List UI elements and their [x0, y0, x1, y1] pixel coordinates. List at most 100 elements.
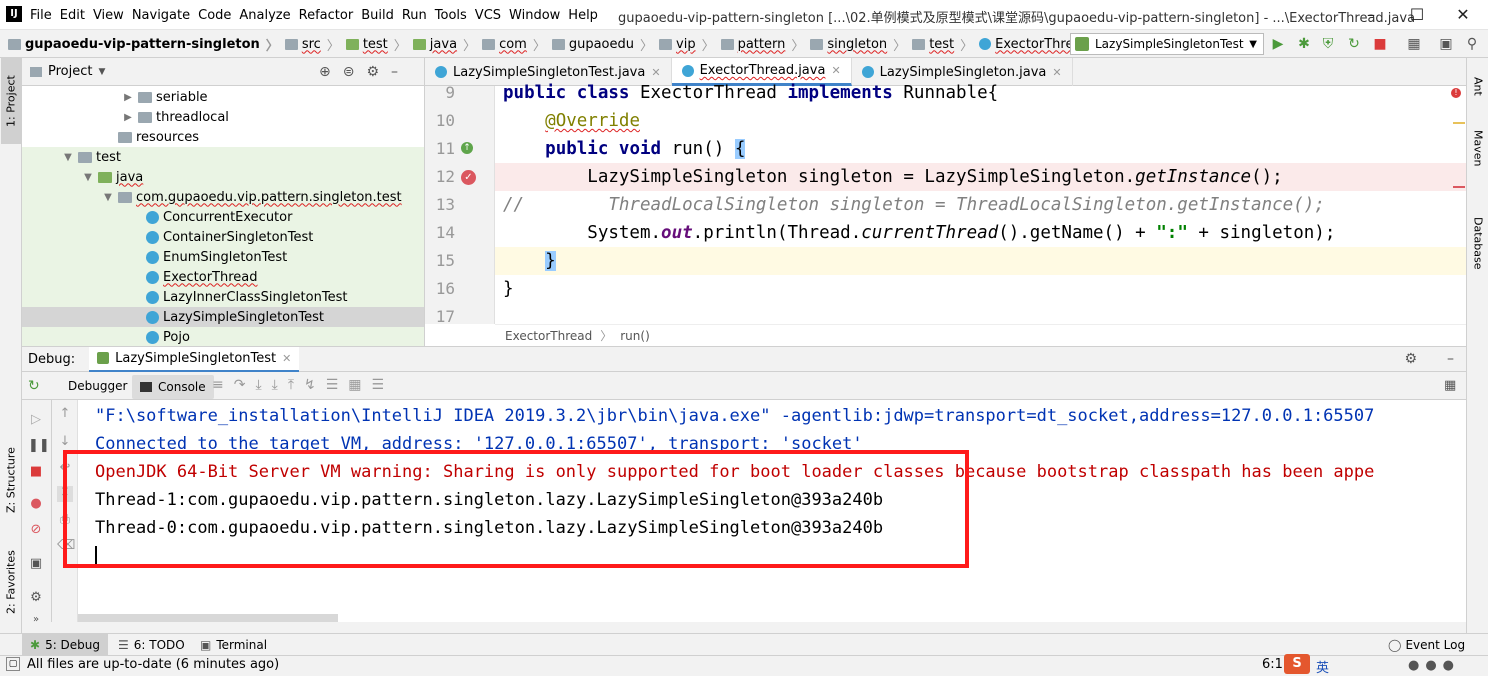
tree-item-class[interactable]: Pojo: [22, 327, 424, 346]
menu-help[interactable]: Help: [564, 8, 602, 23]
terminal-icon[interactable]: ▣: [1438, 36, 1454, 52]
tab-todo[interactable]: ☰ 6: TODO: [118, 634, 185, 656]
close-icon[interactable]: ✕: [1440, 0, 1486, 30]
horizontal-scrollbar[interactable]: [78, 614, 338, 622]
profile-icon[interactable]: ↻: [1346, 36, 1362, 52]
run-icon[interactable]: ▶: [1270, 36, 1286, 52]
menu-file[interactable]: File: [26, 8, 56, 23]
tree-item-package[interactable]: ▼ com.gupaoedu.vip.pattern.singleton.test: [22, 187, 424, 207]
error-stripe[interactable]: [1453, 186, 1465, 188]
panel-actions[interactable]: ⊕⊜⚙–: [319, 64, 410, 80]
database-tool-tab[interactable]: Database: [1468, 208, 1488, 278]
stop-icon[interactable]: ■: [1372, 36, 1388, 52]
coverage-icon[interactable]: ⛨: [1320, 36, 1336, 52]
layout-icon[interactable]: ▦: [1444, 378, 1456, 393]
caret-position[interactable]: 6:1: [1262, 657, 1283, 672]
error-indicator-icon[interactable]: !: [1451, 88, 1461, 98]
tree-item-class[interactable]: ExectorThread: [22, 267, 424, 287]
chevron-down-icon[interactable]: ▼: [82, 172, 94, 183]
warning-stripe[interactable]: [1453, 122, 1465, 124]
status-icon[interactable]: ▢: [6, 657, 20, 671]
tree-item-class[interactable]: ContainerSingletonTest: [22, 227, 424, 247]
arrow-down-icon[interactable]: ↓: [57, 434, 73, 450]
maven-tool-tab[interactable]: Maven: [1468, 120, 1488, 176]
maximize-icon[interactable]: ☐: [1394, 0, 1440, 30]
ant-tool-tab[interactable]: Ant: [1468, 66, 1488, 106]
tree-item-test[interactable]: ▼ test: [22, 147, 424, 167]
favorites-tool-tab[interactable]: 2: Favorites: [1, 536, 21, 628]
menu-navigate[interactable]: Navigate: [128, 8, 194, 23]
menu-edit[interactable]: Edit: [56, 8, 89, 23]
stepping-actions[interactable]: ≡↷⤓⤓⤒↯☰▦☰: [212, 377, 394, 393]
view-breakpoints-icon[interactable]: ●: [28, 496, 44, 512]
debug-session-tab[interactable]: LazySimpleSingletonTest ✕: [89, 346, 300, 372]
code-line[interactable]: public void run() {: [503, 135, 746, 163]
code-line[interactable]: // ThreadLocalSingleton singleton = Thre…: [503, 191, 1325, 219]
project-tool-tab[interactable]: 1: Project: [1, 58, 21, 144]
code-line[interactable]: }: [503, 275, 514, 303]
close-icon[interactable]: ✕: [1052, 66, 1061, 79]
tree-item-threadlocal[interactable]: ▶ threadlocal: [22, 107, 424, 127]
breadcrumb-src[interactable]: src 〉: [284, 35, 340, 54]
rerun-icon[interactable]: ↻: [28, 378, 44, 394]
menu-tools[interactable]: Tools: [431, 8, 471, 23]
camera-icon[interactable]: ▣: [28, 556, 44, 572]
override-marker-icon[interactable]: ↑: [461, 142, 473, 154]
tab-debug[interactable]: ✱ 5: Debug: [22, 634, 109, 656]
breadcrumb-gupaoedu[interactable]: gupaoedu 〉: [551, 35, 653, 54]
breadcrumb-test[interactable]: test 〉: [345, 35, 407, 54]
settings-icon[interactable]: ⚙: [28, 590, 44, 606]
breadcrumb-singleton[interactable]: singleton 〉: [810, 35, 906, 54]
tree-item-java[interactable]: ▼ java: [22, 167, 424, 187]
breakpoint-icon[interactable]: ✓: [461, 170, 476, 185]
close-icon[interactable]: ✕: [282, 352, 291, 365]
search-icon[interactable]: ⚲: [1464, 36, 1480, 52]
debug-icon[interactable]: ✱: [1296, 36, 1312, 52]
structure-tool-tab[interactable]: Z: Structure: [1, 438, 21, 522]
breadcrumb-pattern[interactable]: pattern 〉: [720, 35, 804, 54]
pause-icon[interactable]: ❚❚: [28, 438, 50, 454]
chevron-right-icon[interactable]: ▶: [122, 112, 134, 123]
stop-icon[interactable]: ■: [28, 464, 44, 480]
code-line[interactable]: }: [503, 247, 556, 275]
breadcrumb-vip[interactable]: vip 〉: [659, 35, 715, 54]
ime-language[interactable]: 英: [1316, 657, 1329, 676]
tree-item-class[interactable]: ConcurrentExecutor: [22, 207, 424, 227]
tab-console[interactable]: Console: [132, 375, 214, 399]
menu-run[interactable]: Run: [398, 8, 431, 23]
chevron-down-icon[interactable]: ▼: [102, 192, 114, 203]
menu-build[interactable]: Build: [357, 8, 398, 23]
ime-tray-icons[interactable]: ●●●: [1408, 658, 1460, 673]
arrow-up-icon[interactable]: ↑: [57, 406, 73, 422]
chevron-right-icon[interactable]: ▶: [122, 92, 134, 103]
tree-item-class[interactable]: EnumSingletonTest: [22, 247, 424, 267]
tree-item-resources[interactable]: resources: [22, 127, 424, 147]
breadcrumb-java[interactable]: java 〉: [412, 35, 476, 54]
event-log-button[interactable]: ◯ Event Log: [1388, 634, 1465, 656]
breadcrumb-com[interactable]: com 〉: [482, 35, 546, 54]
close-icon[interactable]: ✕: [831, 64, 840, 77]
menu-refactor[interactable]: Refactor: [295, 8, 358, 23]
more-icon[interactable]: »: [28, 612, 44, 628]
project-structure-icon[interactable]: ▦: [1406, 36, 1422, 52]
resume-icon[interactable]: ▷: [28, 412, 44, 428]
tree-item-class-selected[interactable]: LazySimpleSingletonTest: [22, 307, 424, 327]
menu-analyze[interactable]: Analyze: [235, 8, 294, 23]
chevron-down-icon[interactable]: ▼: [98, 67, 105, 77]
close-icon[interactable]: ✕: [651, 66, 660, 79]
minimize-icon[interactable]: –: [1348, 0, 1394, 30]
code-line[interactable]: @Override: [503, 107, 640, 135]
code-line[interactable]: LazySimpleSingleton singleton = LazySimp…: [503, 163, 1282, 191]
ime-logo-icon[interactable]: S: [1284, 654, 1310, 674]
tab-debugger[interactable]: Debugger: [62, 376, 133, 396]
breadcrumb-test-pkg[interactable]: test 〉: [912, 35, 973, 54]
code-line[interactable]: System.out.println(Thread.currentThread(…: [503, 219, 1335, 247]
menu-window[interactable]: Window: [505, 8, 564, 23]
tab-terminal[interactable]: ▣ Terminal: [200, 634, 267, 656]
menu-code[interactable]: Code: [194, 8, 235, 23]
menu-vcs[interactable]: VCS: [471, 8, 505, 23]
menu-view[interactable]: View: [89, 8, 128, 23]
chevron-down-icon[interactable]: ▼: [62, 152, 74, 163]
minimize-panel-icon[interactable]: –: [1447, 351, 1454, 367]
breadcrumb-project[interactable]: gupaoedu-vip-pattern-singleton 〉: [8, 35, 279, 54]
